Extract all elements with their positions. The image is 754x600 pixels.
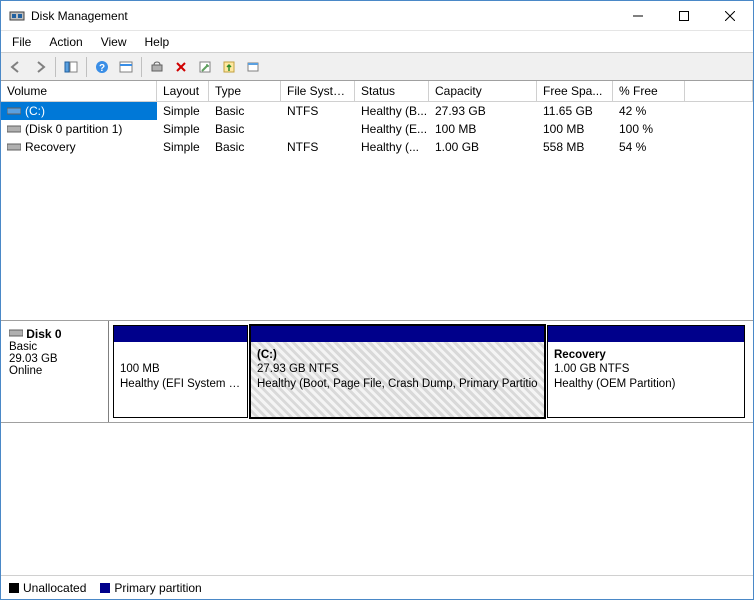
disk-map: Disk 0 Basic 29.03 GB Online 100 MBHealt… [1, 321, 753, 423]
volume-row[interactable]: Recovery SimpleBasicNTFSHealthy (...1.00 … [1, 138, 753, 156]
cell-fs: NTFS [281, 138, 355, 156]
cell-capacity: 1.00 GB [429, 138, 537, 156]
minimize-button[interactable] [615, 1, 661, 30]
legend-primary: Primary partition [100, 581, 201, 595]
col-layout[interactable]: Layout [157, 81, 209, 101]
partition-row: 100 MBHealthy (EFI System Pa(C:)27.93 GB… [109, 321, 753, 422]
col-pctfree[interactable]: % Free [613, 81, 685, 101]
disk-name: Disk 0 [26, 327, 61, 341]
cell-free: 558 MB [537, 138, 613, 156]
col-status[interactable]: Status [355, 81, 429, 101]
cell-status: Healthy (B... [355, 102, 429, 120]
partition-body: Recovery1.00 GB NTFSHealthy (OEM Partiti… [548, 342, 744, 417]
volume-row[interactable]: (Disk 0 partition 1) SimpleBasic Healthy (… [1, 120, 753, 138]
refresh-button[interactable] [146, 56, 168, 78]
menu-help[interactable]: Help [136, 33, 179, 51]
cell-capacity: 100 MB [429, 120, 537, 138]
col-type[interactable]: Type [209, 81, 281, 101]
legend-unallocated: Unallocated [9, 581, 86, 595]
cell-status: Healthy (... [355, 138, 429, 156]
disk-size: 29.03 GB [9, 353, 58, 365]
cell-pct: 100 % [613, 120, 685, 138]
disk-status: Online [9, 365, 42, 377]
volume-list-header: Volume Layout Type File System Status Ca… [1, 81, 753, 102]
volume-name: (Disk 0 partition 1) [25, 122, 122, 136]
partition-header [548, 326, 744, 342]
close-button[interactable] [707, 1, 753, 30]
volume-icon [7, 106, 21, 116]
swatch-primary [100, 583, 110, 593]
cell-layout: Simple [157, 138, 209, 156]
cell-free: 11.65 GB [537, 102, 613, 120]
cell-type: Basic [209, 102, 281, 120]
menubar: File Action View Help [1, 31, 753, 53]
partition[interactable]: Recovery1.00 GB NTFSHealthy (OEM Partiti… [547, 325, 745, 418]
partition-body: 100 MBHealthy (EFI System Pa [114, 342, 247, 417]
col-tail[interactable] [685, 81, 753, 101]
delete-button[interactable] [170, 56, 192, 78]
cell-pct: 42 % [613, 102, 685, 120]
separator [141, 57, 142, 77]
cell-type: Basic [209, 138, 281, 156]
window-title: Disk Management [31, 9, 615, 23]
partition-header [114, 326, 247, 342]
toolbar: ? [1, 53, 753, 81]
col-volume[interactable]: Volume [1, 81, 157, 101]
forward-button[interactable] [29, 56, 51, 78]
disk-type: Basic [9, 341, 37, 353]
help-button[interactable]: ? [91, 56, 113, 78]
legend: Unallocated Primary partition [1, 575, 753, 599]
cell-type: Basic [209, 120, 281, 138]
partition[interactable]: (C:)27.93 GB NTFSHealthy (Boot, Page Fil… [250, 325, 545, 418]
titlebar[interactable]: Disk Management [1, 1, 753, 31]
partition[interactable]: 100 MBHealthy (EFI System Pa [113, 325, 248, 418]
swatch-unallocated [9, 583, 19, 593]
menu-action[interactable]: Action [40, 33, 91, 51]
col-capacity[interactable]: Capacity [429, 81, 537, 101]
volume-icon [7, 142, 21, 152]
partition-header [251, 326, 544, 342]
maximize-button[interactable] [661, 1, 707, 30]
separator [86, 57, 87, 77]
cell-capacity: 27.93 GB [429, 102, 537, 120]
back-button[interactable] [5, 56, 27, 78]
menu-file[interactable]: File [3, 33, 40, 51]
properties-button[interactable] [194, 56, 216, 78]
volume-list[interactable]: Volume Layout Type File System Status Ca… [1, 81, 753, 321]
disk-management-window: Disk Management File Action View Help ? … [0, 0, 754, 600]
volume-name: Recovery [25, 140, 76, 154]
disk-icon [9, 328, 23, 338]
volume-name: (C:) [25, 104, 45, 118]
volume-icon [7, 124, 21, 134]
cell-fs: NTFS [281, 102, 355, 120]
col-freespace[interactable]: Free Spa... [537, 81, 613, 101]
col-filesystem[interactable]: File System [281, 81, 355, 101]
show-hide-console-button[interactable] [60, 56, 82, 78]
cell-free: 100 MB [537, 120, 613, 138]
app-icon [9, 8, 25, 24]
cell-fs [281, 120, 355, 138]
action-button-2[interactable] [242, 56, 264, 78]
disk-info[interactable]: Disk 0 Basic 29.03 GB Online [1, 321, 109, 422]
settings-button[interactable] [115, 56, 137, 78]
partition-body: (C:)27.93 GB NTFSHealthy (Boot, Page Fil… [251, 342, 544, 417]
cell-pct: 54 % [613, 138, 685, 156]
separator [55, 57, 56, 77]
empty-area [1, 423, 753, 575]
volume-row[interactable]: (C:) SimpleBasicNTFSHealthy (B...27.93 GB… [1, 102, 753, 120]
svg-text:?: ? [99, 63, 105, 74]
menu-view[interactable]: View [92, 33, 136, 51]
cell-layout: Simple [157, 120, 209, 138]
cell-layout: Simple [157, 102, 209, 120]
action-button-1[interactable] [218, 56, 240, 78]
cell-status: Healthy (E... [355, 120, 429, 138]
